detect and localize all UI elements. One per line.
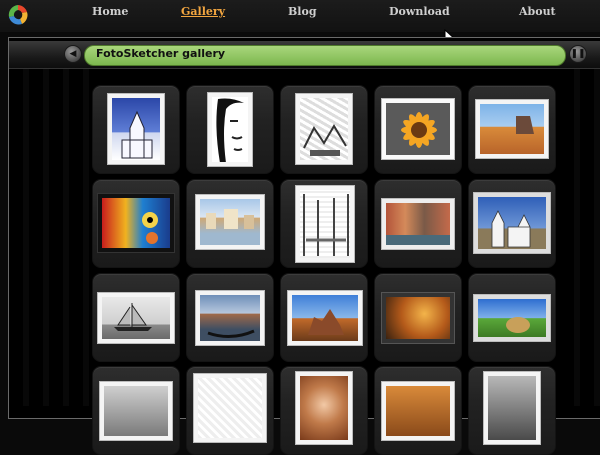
gallery-tile-rock-formation[interactable] bbox=[280, 273, 368, 362]
gallery-tile-town-sketch[interactable] bbox=[280, 85, 368, 174]
right-decorative-stripes bbox=[560, 69, 600, 406]
thumbnail bbox=[97, 193, 175, 253]
gallery-tile-sailboat[interactable] bbox=[92, 273, 180, 362]
thumbnail bbox=[381, 98, 455, 160]
pause-icon: ❚❚ bbox=[570, 49, 586, 59]
next-button[interactable]: ❚❚ bbox=[569, 45, 587, 63]
thumbnail bbox=[381, 292, 455, 344]
gallery-tile-face-sketch[interactable] bbox=[186, 85, 274, 174]
gallery-tile-street-sketch[interactable] bbox=[280, 179, 368, 268]
gallery-tile-gondola[interactable] bbox=[186, 273, 274, 362]
thumbnail bbox=[295, 93, 353, 165]
thumbnail bbox=[473, 294, 551, 342]
arrow-left-icon: ◀ bbox=[69, 49, 77, 59]
gallery-tile-parrot[interactable] bbox=[92, 179, 180, 268]
gallery-tile-hay-bale[interactable] bbox=[468, 273, 556, 362]
thumbnail bbox=[195, 290, 265, 346]
gallery-tile-row4-5[interactable] bbox=[468, 366, 556, 455]
left-decorative-stripes bbox=[9, 69, 89, 406]
top-navigation: Home Gallery Blog Download About bbox=[0, 0, 600, 32]
thumbnail bbox=[107, 93, 165, 165]
gallery-tile-forest-path[interactable] bbox=[374, 273, 462, 362]
thumbnail bbox=[99, 381, 173, 441]
thumbnail bbox=[381, 381, 455, 441]
gallery-tile-sunflower[interactable] bbox=[374, 85, 462, 174]
gallery-tile-venice-canal[interactable] bbox=[186, 179, 274, 268]
gallery-tile-rock-landscape[interactable] bbox=[468, 85, 556, 174]
gallery-tile-row4-4[interactable] bbox=[374, 366, 462, 455]
fotosketcher-logo-icon[interactable] bbox=[6, 3, 30, 27]
thumbnail bbox=[195, 194, 265, 250]
nav-home[interactable]: Home bbox=[92, 5, 128, 18]
thumbnail bbox=[483, 371, 541, 445]
gallery-tile-row4-1[interactable] bbox=[92, 366, 180, 455]
gallery-tile-row4-2[interactable] bbox=[186, 366, 274, 455]
nav-blog[interactable]: Blog bbox=[288, 5, 317, 18]
thumbnail bbox=[287, 290, 363, 346]
nav-about[interactable]: About bbox=[519, 5, 556, 18]
thumbnail bbox=[193, 373, 267, 443]
previous-button[interactable]: ◀ bbox=[64, 45, 82, 63]
gallery-tile-church-blue[interactable] bbox=[92, 85, 180, 174]
gallery-tile-canal-houses[interactable] bbox=[374, 179, 462, 268]
thumbnail bbox=[475, 99, 549, 159]
gallery-tile-row4-portrait[interactable] bbox=[280, 366, 368, 455]
gallery-tile-white-church[interactable] bbox=[468, 179, 556, 268]
thumbnail bbox=[473, 192, 551, 254]
thumbnail bbox=[295, 371, 353, 445]
thumbnail bbox=[295, 185, 355, 263]
nav-download[interactable]: Download bbox=[389, 5, 450, 18]
gallery-title: FotoSketcher gallery bbox=[96, 47, 226, 60]
thumbnail bbox=[381, 198, 455, 250]
nav-gallery[interactable]: Gallery bbox=[181, 5, 225, 18]
thumbnail bbox=[207, 92, 253, 167]
thumbnail bbox=[97, 292, 175, 344]
